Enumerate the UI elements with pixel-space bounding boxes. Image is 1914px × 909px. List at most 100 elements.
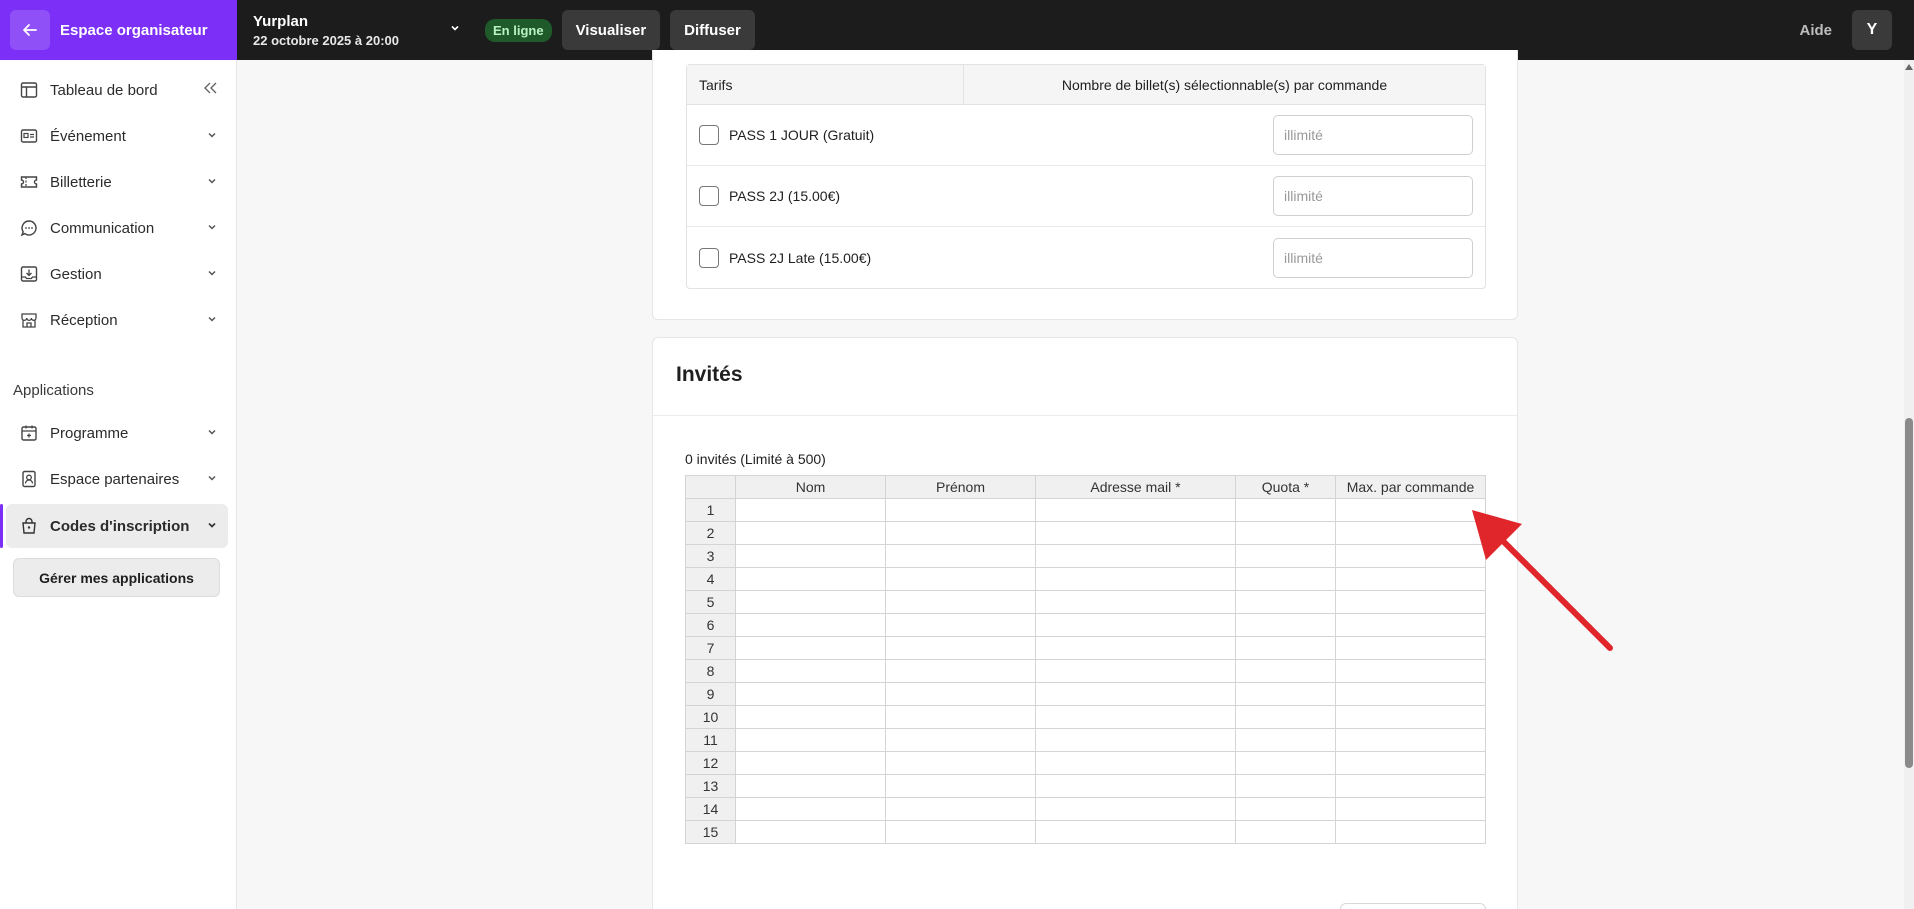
grid-cell[interactable] [1035,797,1236,821]
grid-cell[interactable] [885,636,1036,660]
grid-cell[interactable] [885,544,1036,568]
grid-cell[interactable] [735,751,886,775]
invites-spreadsheet[interactable]: Nom Prénom Adresse mail * Quota * Max. p… [685,475,1486,844]
sidebar-item-programme[interactable]: Programme [6,411,228,455]
grid-cell[interactable] [735,705,886,729]
grid-cell[interactable] [735,590,886,614]
grid-cell[interactable] [1035,682,1236,706]
tarif-checkbox[interactable] [699,125,719,145]
grid-cell[interactable] [735,521,886,545]
grid-cell[interactable] [1035,728,1236,752]
grid-cell[interactable] [1035,774,1236,798]
preview-button[interactable]: Visualiser [561,10,661,50]
grid-cell[interactable] [735,682,886,706]
sidebar-item-event[interactable]: Événement [6,114,228,158]
sidebar-item-reception[interactable]: Réception [6,298,228,342]
sidebar-item-dashboard[interactable]: Tableau de bord [6,68,228,112]
grid-cell[interactable] [1235,613,1336,637]
help-link[interactable]: Aide [1799,22,1832,39]
avatar[interactable]: Y [1852,10,1892,50]
grid-cell[interactable] [1235,797,1336,821]
grid-cell[interactable] [1035,820,1236,844]
grid-cell[interactable] [885,590,1036,614]
grid-cell[interactable] [1335,705,1486,729]
column-header[interactable]: Adresse mail * [1035,475,1236,499]
broadcast-button[interactable]: Diffuser [670,10,755,50]
grid-cell[interactable] [885,613,1036,637]
grid-cell[interactable] [735,728,886,752]
grid-cell[interactable] [1335,797,1486,821]
grid-cell[interactable] [885,659,1036,683]
tarif-checkbox[interactable] [699,247,719,268]
scrollbar-thumb[interactable] [1905,418,1913,768]
grid-cell[interactable] [735,659,886,683]
grid-cell[interactable] [1235,659,1336,683]
grid-cell[interactable] [1235,567,1336,591]
sidebar-item-partners[interactable]: Espace partenaires [6,457,228,501]
back-arrow-icon[interactable] [10,10,50,50]
column-header[interactable]: Prénom [885,475,1036,499]
grid-cell[interactable] [885,797,1036,821]
grid-cell[interactable] [735,820,886,844]
grid-cell[interactable] [885,728,1036,752]
manage-applications-button[interactable]: Gérer mes applications [13,558,220,597]
collapse-sidebar-icon[interactable] [202,81,218,99]
column-header[interactable]: Quota * [1235,475,1336,499]
grid-cell[interactable] [735,567,886,591]
grid-cell[interactable] [1235,774,1336,798]
sidebar-item-registration-codes[interactable]: Codes d'inscription [6,504,228,548]
grid-cell[interactable] [1235,521,1336,545]
grid-cell[interactable] [1035,544,1236,568]
grid-cell[interactable] [1035,751,1236,775]
grid-cell[interactable] [885,682,1036,706]
grid-cell[interactable] [735,774,886,798]
sidebar-item-ticketing[interactable]: Billetterie [6,160,228,204]
grid-cell[interactable] [1335,820,1486,844]
grid-cell[interactable] [735,544,886,568]
grid-cell[interactable] [1335,682,1486,706]
grid-cell[interactable] [1235,498,1336,522]
grid-cell[interactable] [735,498,886,522]
grid-cell[interactable] [1335,751,1486,775]
sidebar-item-management[interactable]: Gestion [6,252,228,296]
grid-cell[interactable] [885,521,1036,545]
max-tickets-input[interactable]: illimité [1273,176,1473,216]
grid-cell[interactable] [1035,521,1236,545]
grid-cell[interactable] [1335,774,1486,798]
grid-cell[interactable] [1035,590,1236,614]
grid-cell[interactable] [1235,636,1336,660]
grid-cell[interactable] [885,498,1036,522]
event-selector[interactable]: Yurplan 22 octobre 2025 à 20:00 [237,13,467,48]
grid-cell[interactable] [735,613,886,637]
grid-cell[interactable] [1035,659,1236,683]
grid-cell[interactable] [1335,728,1486,752]
grid-cell[interactable] [1235,728,1336,752]
bottom-action-button[interactable] [1340,903,1486,909]
grid-cell[interactable] [735,797,886,821]
max-tickets-input[interactable]: illimité [1273,237,1473,278]
grid-cell[interactable] [885,567,1036,591]
grid-cell[interactable] [885,705,1036,729]
grid-cell[interactable] [1235,705,1336,729]
grid-cell[interactable] [735,636,886,660]
sidebar-item-communication[interactable]: Communication [6,206,228,250]
max-tickets-input[interactable]: illimité [1273,115,1473,155]
grid-cell[interactable] [1035,636,1236,660]
grid-cell[interactable] [1235,590,1336,614]
organizer-space-button[interactable]: Espace organisateur [0,0,237,60]
grid-cell[interactable] [1235,820,1336,844]
grid-cell[interactable] [885,774,1036,798]
column-header[interactable]: Max. par commande [1335,475,1486,499]
grid-cell[interactable] [1035,567,1236,591]
column-header[interactable]: Nom [735,475,886,499]
tarif-checkbox[interactable] [699,186,719,206]
grid-cell[interactable] [1035,613,1236,637]
grid-cell[interactable] [1035,498,1236,522]
grid-cell[interactable] [1235,751,1336,775]
grid-cell[interactable] [885,751,1036,775]
scroll-up-icon[interactable] [1905,64,1913,70]
grid-cell[interactable] [1235,682,1336,706]
grid-cell[interactable] [1235,544,1336,568]
grid-cell[interactable] [885,820,1036,844]
grid-cell[interactable] [1335,659,1486,683]
